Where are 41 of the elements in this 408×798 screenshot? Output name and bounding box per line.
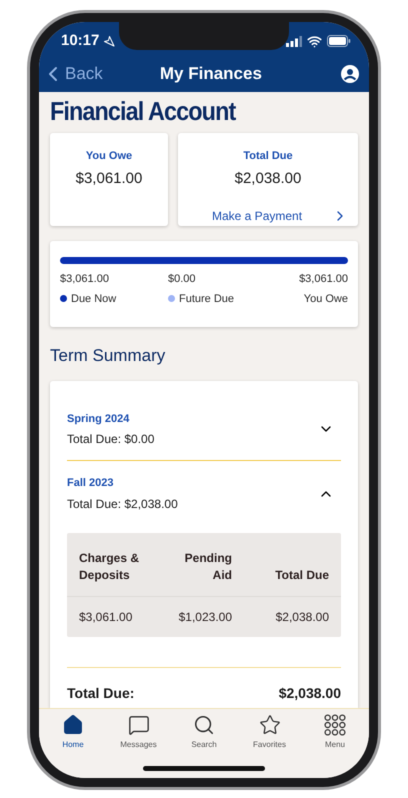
battery-icon: [327, 35, 351, 47]
column-header: Total Due: [274, 566, 329, 584]
total-due-value: $2,038.00: [278, 684, 341, 702]
legend-amount: $3,061.00: [60, 272, 109, 287]
status-time: 10:17: [61, 30, 100, 51]
tab-item[interactable]: Favorites: [242, 714, 298, 751]
star-icon: [258, 714, 280, 736]
search-icon: [193, 714, 215, 736]
make-payment-link[interactable]: Make a Payment: [178, 207, 358, 225]
column-header: Pending Aid: [184, 550, 232, 584]
legend-amount: $3,061.00: [299, 272, 348, 287]
tab-item[interactable]: Messages: [110, 714, 166, 751]
legend-amount: $0.00: [168, 272, 196, 287]
wifi-icon: [307, 34, 322, 48]
legend-label: You Owe: [304, 292, 348, 306]
page-title: Financial Account: [50, 95, 237, 127]
card-label: Total Due: [243, 149, 293, 164]
term-accordion-header[interactable]: Spring 2024 Total Due: $0.00: [67, 410, 341, 448]
section-heading: Term Summary: [50, 345, 166, 367]
signal-icon: [286, 36, 302, 46]
table-cell-text: $3,061.00: [79, 608, 134, 626]
legend-label: Future Due: [179, 292, 234, 306]
home-icon: [62, 714, 84, 736]
location-arrow-icon: [103, 35, 116, 47]
tab-item[interactable]: Home: [45, 714, 101, 751]
speech-bubble-icon: [128, 714, 150, 736]
column-header: Charges & Deposits: [79, 550, 140, 584]
tab-item[interactable]: Search: [176, 714, 232, 751]
dot-grid-icon: [324, 714, 346, 736]
card-amount: $3,061.00: [76, 168, 142, 188]
legend-label: Due Now: [71, 292, 116, 306]
profile-icon[interactable]: [341, 65, 359, 83]
term-accordion-header[interactable]: Fall 2023 Total Due: $2,038.00: [67, 475, 341, 512]
tab-item[interactable]: Menu: [307, 714, 363, 751]
screen-title: My Finances: [160, 63, 262, 86]
table-cell-text: $1,023.00: [178, 608, 232, 626]
card-amount: $2,038.00: [234, 168, 302, 188]
total-due-label: Total Due:: [67, 684, 134, 702]
card-label: You Owe: [86, 149, 132, 164]
table-cell-text: $2,038.00: [274, 608, 329, 626]
back-button[interactable]: Back: [41, 61, 103, 87]
